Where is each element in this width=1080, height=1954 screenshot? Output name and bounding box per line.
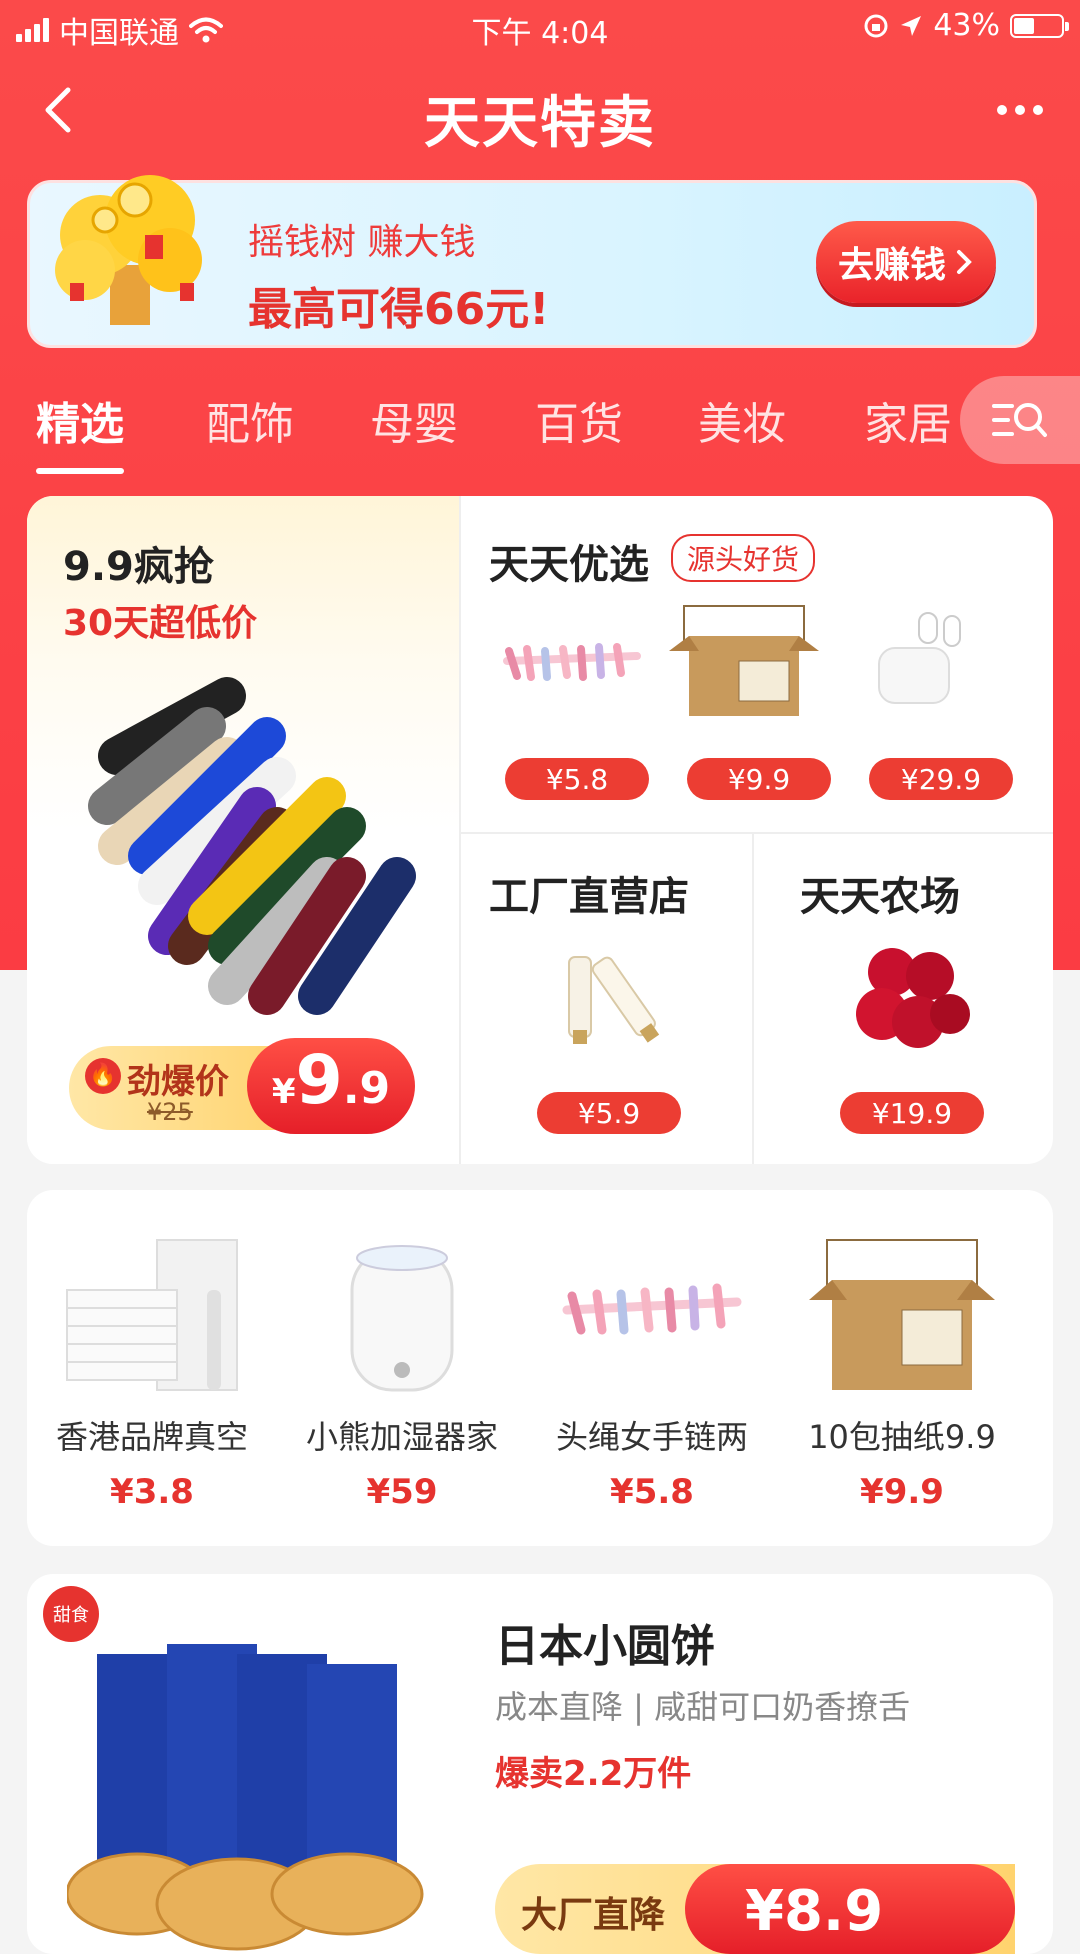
- product-name: 头绳女手链两: [555, 1418, 748, 1456]
- product-price: ¥9.9: [860, 1472, 944, 1512]
- premium-tag: 源头好货: [671, 534, 816, 582]
- banner-line2: 最高可得66元!: [248, 284, 550, 335]
- vacuum-bag-image: [66, 1239, 238, 1391]
- farm-title: 天天农场: [800, 874, 960, 920]
- earn-money-button[interactable]: 去赚钱: [816, 221, 996, 303]
- fire-icon: 🔥: [85, 1058, 121, 1094]
- premium-title: 天天优选: [489, 542, 649, 588]
- premium-section[interactable]: 天天优选 源头好货 ¥5.8 ¥9.9 ¥29.9: [459, 496, 1053, 832]
- flash-sale-title: 9.9疯抢: [63, 544, 214, 590]
- product-item[interactable]: 小熊加湿器家 ¥59: [277, 1190, 527, 1546]
- nav-header: 天天特卖: [0, 60, 1080, 160]
- tab-label: 配饰: [206, 399, 294, 450]
- battery-icon: [1010, 13, 1069, 38]
- feature-price-bar: 大厂直降 ¥8.9: [495, 1864, 1015, 1954]
- product-item[interactable]: 10包抽纸9.9 ¥9.9: [777, 1190, 1027, 1546]
- tissue-box-image: [669, 605, 819, 716]
- price-int: 9: [295, 1041, 343, 1120]
- price-pill: ¥5.9: [537, 1092, 681, 1134]
- product-row-card: 香港品牌真空 ¥3.8 小熊加湿器家 ¥59 头绳女手链两 ¥5.8 10包抽纸…: [27, 1190, 1053, 1546]
- chevron-right-icon: [957, 250, 972, 274]
- status-bar: 中国联通 下午 4:04 43%: [0, 0, 1080, 52]
- price-dec: .9: [342, 1063, 391, 1114]
- price-symbol: ¥: [271, 1072, 296, 1112]
- tab-label: 美妆: [698, 399, 786, 450]
- price-pill: ¥29.9: [869, 758, 1013, 800]
- category-search-button[interactable]: [960, 376, 1080, 464]
- tab-beauty[interactable]: 美妆: [698, 388, 786, 452]
- feature-product-card[interactable]: 甜食 日本小圆饼 成本直降 | 咸甜可口奶香撩舌 爆卖2.2万件 大厂直降 ¥8…: [27, 1574, 1053, 1954]
- feature-desc: 成本直降 | 咸甜可口奶香撩舌: [495, 1688, 911, 1726]
- product-name: 香港品牌真空: [55, 1418, 248, 1456]
- apples-image: [856, 948, 970, 1048]
- product-name: 小熊加湿器家: [305, 1418, 498, 1456]
- product-name: 10包抽纸9.9: [808, 1418, 996, 1456]
- tab-home[interactable]: 家居: [864, 388, 952, 452]
- product-item[interactable]: 头绳女手链两 ¥5.8: [527, 1190, 777, 1546]
- hair-tie-image: [503, 643, 641, 681]
- banner-line1: 摇钱树 赚大钱: [248, 222, 476, 263]
- tab-accessories[interactable]: 配饰: [206, 388, 294, 452]
- tab-label: 家居: [864, 399, 952, 450]
- biscuit-pack-image: [67, 1644, 424, 1951]
- feature-title: 日本小圆饼: [495, 1621, 715, 1672]
- flash-price-bar: 🔥 劲爆价 ¥25 ¥ 9 .9: [69, 1038, 415, 1134]
- product-price: ¥5.8: [610, 1472, 694, 1512]
- tab-underline: [36, 468, 124, 474]
- category-tabs: 精选 配饰 母婴 百货 美妆 家居: [0, 370, 1080, 474]
- original-price: ¥25: [147, 1098, 193, 1126]
- hot-price-label: 劲爆价: [127, 1062, 229, 1102]
- product-item[interactable]: 香港品牌真空 ¥3.8: [27, 1190, 277, 1546]
- location-icon: [901, 15, 922, 36]
- battery-percent: 43%: [933, 8, 1000, 43]
- flash-sale-section[interactable]: 9.9疯抢 30天超低价 🔥 劲爆价 ¥25 ¥ 9 .9: [27, 496, 459, 1164]
- status-right: 43%: [863, 8, 1069, 43]
- tab-label: 百货: [535, 399, 623, 450]
- category-search-icon: [992, 403, 1047, 437]
- product-price: ¥3.8: [110, 1472, 194, 1512]
- tab-label: 精选: [36, 399, 124, 450]
- humidifier-image: [350, 1245, 454, 1392]
- price-pill: ¥19.9: [840, 1092, 984, 1134]
- socks-product-image: [88, 677, 416, 1015]
- tab-featured[interactable]: 精选: [36, 388, 124, 474]
- price-pill: ¥5.8: [505, 758, 649, 800]
- tab-general-goods[interactable]: 百货: [535, 388, 623, 452]
- product-price: ¥59: [366, 1472, 438, 1512]
- flash-price: ¥ 9 .9: [247, 1038, 415, 1134]
- factory-store-section[interactable]: 工厂直营店 ¥5.9: [459, 832, 752, 1164]
- factory-title: 工厂直营店: [489, 874, 689, 920]
- earn-money-label: 去赚钱: [837, 245, 946, 286]
- cosmetic-tubes-image: [568, 956, 660, 1044]
- tab-label: 母婴: [370, 399, 458, 450]
- tab-mother-baby[interactable]: 母婴: [370, 388, 458, 452]
- flash-sale-subtitle: 30天超低价: [63, 603, 258, 644]
- featured-card: 9.9疯抢 30天超低价 🔥 劲爆价 ¥25 ¥ 9 .9 天天优选 源头好货 …: [27, 496, 1053, 1164]
- brand-badge: 甜食: [43, 1586, 99, 1642]
- feature-price: ¥8.9: [685, 1864, 1015, 1954]
- earbuds-image: [878, 612, 961, 704]
- money-tree-icon: [55, 175, 202, 325]
- feature-sold: 爆卖2.2万件: [495, 1754, 692, 1794]
- lock-rotation-icon: [864, 14, 888, 37]
- more-icon[interactable]: [990, 88, 1050, 132]
- feature-bar-label: 大厂直降: [521, 1895, 666, 1936]
- page-title: 天天特卖: [424, 91, 656, 156]
- farm-section[interactable]: 天天农场 ¥19.9: [752, 832, 1053, 1164]
- price-pill: ¥9.9: [687, 758, 831, 800]
- money-tree-banner[interactable]: 摇钱树 赚大钱 最高可得66元! 去赚钱: [27, 175, 1037, 348]
- tissue-box-image: [809, 1239, 995, 1390]
- hair-tie-image: [562, 1283, 742, 1335]
